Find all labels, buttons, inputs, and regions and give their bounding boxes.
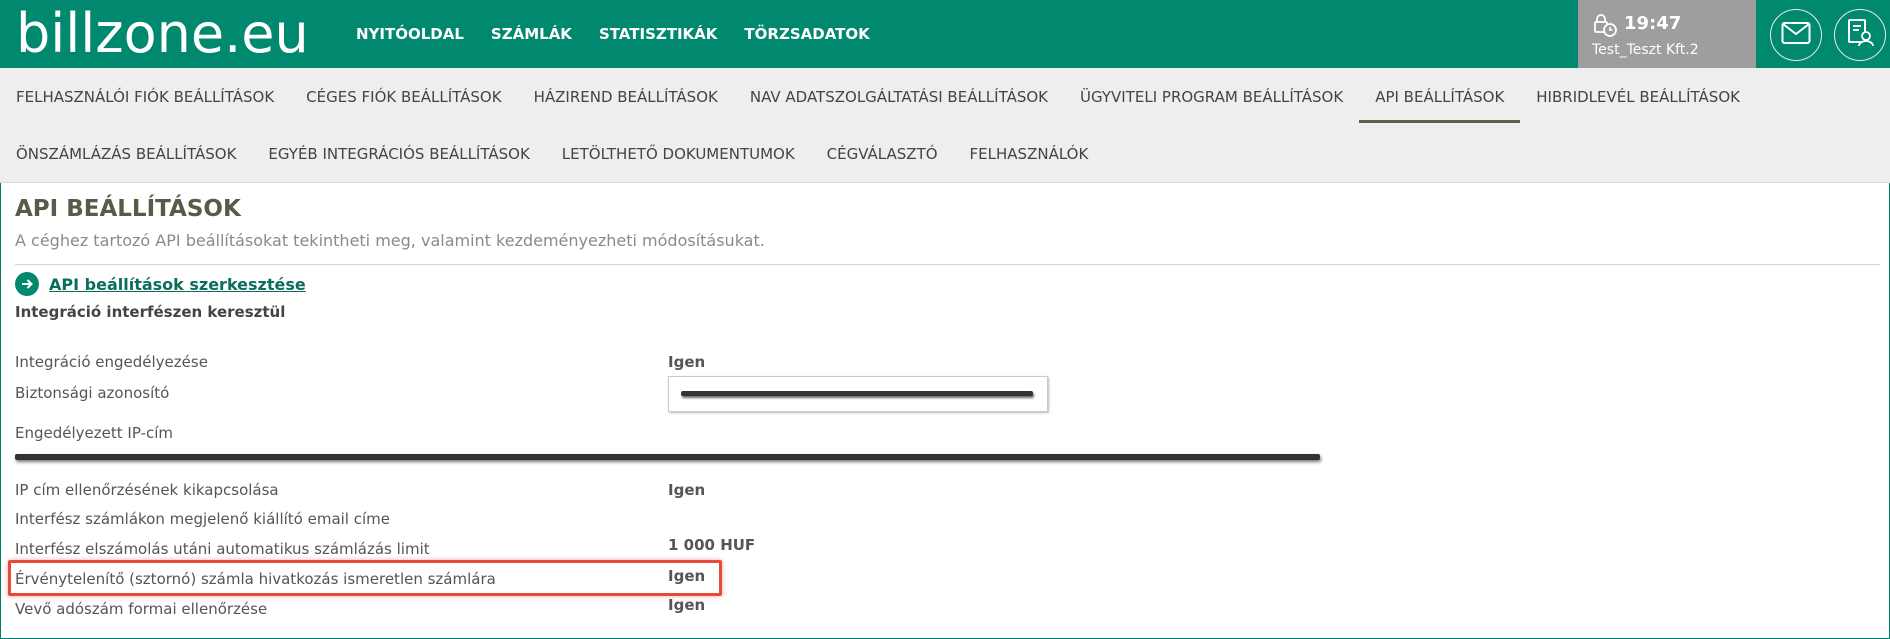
subnav-row-1: FELHASZNÁLÓI FIÓK BEÁLLÍTÁSOK CÉGES FIÓK…	[0, 68, 1756, 125]
tab-company-selector[interactable]: CÉGVÁLASZTÓ	[811, 125, 954, 182]
session-time: 19:47	[1624, 13, 1682, 34]
clock-lock-icon	[1592, 12, 1617, 37]
session-box[interactable]: 19:47 Test_Teszt Kft.2	[1578, 0, 1756, 68]
section-title: Integráció interfészen keresztül	[15, 303, 286, 321]
mail-button[interactable]	[1770, 9, 1822, 61]
edit-api-settings-link-wrap[interactable]: API beállítások szerkesztése	[15, 272, 306, 296]
setting-label: IP cím ellenőrzésének kikapcsolása	[15, 481, 279, 499]
nav-home[interactable]: NYITÓOLDAL	[356, 25, 464, 43]
redaction-bar	[681, 391, 1033, 396]
logo[interactable]: billzone.eu	[16, 4, 309, 64]
nav-invoices[interactable]: SZÁMLÁK	[491, 25, 572, 43]
divider	[15, 264, 1880, 265]
setting-label: Interfész számlákon megjelenő kiállító e…	[15, 510, 390, 528]
document-user-button[interactable]	[1834, 9, 1886, 61]
setting-label: Integráció engedélyezése	[15, 353, 208, 371]
tab-accounting-program-settings[interactable]: ÜGYVITELI PROGRAM BEÁLLÍTÁSOK	[1064, 68, 1359, 125]
tab-company-account-settings[interactable]: CÉGES FIÓK BEÁLLÍTÁSOK	[290, 68, 517, 125]
allowed-ip-redacted	[15, 454, 1320, 460]
top-bar: billzone.eu NYITÓOLDAL SZÁMLÁK STATISZTI…	[0, 0, 1890, 68]
main-nav: NYITÓOLDAL SZÁMLÁK STATISZTIKÁK TÖRZSADA…	[356, 0, 897, 68]
tab-other-integration-settings[interactable]: EGYÉB INTEGRÁCIÓS BEÁLLÍTÁSOK	[252, 125, 545, 182]
tab-users[interactable]: FELHASZNÁLÓK	[954, 125, 1105, 182]
setting-value: Igen	[668, 353, 706, 371]
tab-hybrid-letter-settings[interactable]: HIBRIDLEVÉL BEÁLLÍTÁSOK	[1520, 68, 1756, 125]
tab-policy-settings[interactable]: HÁZIREND BEÁLLÍTÁSOK	[518, 68, 734, 125]
edit-api-settings-link[interactable]: API beállítások szerkesztése	[49, 275, 306, 294]
setting-label: Biztonsági azonosító	[15, 384, 170, 402]
page-description: A céghez tartozó API beállításokat tekin…	[15, 231, 765, 250]
nav-master-data[interactable]: TÖRZSADATOK	[744, 25, 869, 43]
tab-downloadable-documents[interactable]: LETÖLTHETŐ DOKUMENTUMOK	[546, 125, 811, 182]
subnav-row-2: ÖNSZÁMLÁZÁS BEÁLLÍTÁSOK EGYÉB INTEGRÁCIÓ…	[0, 125, 1104, 182]
tab-nav-data-settings[interactable]: NAV ADATSZOLGÁLTATÁSI BEÁLLÍTÁSOK	[734, 68, 1064, 125]
setting-label: Engedélyezett IP-cím	[15, 424, 173, 442]
tab-api-settings[interactable]: API BEÁLLÍTÁSOK	[1359, 68, 1521, 125]
tab-self-billing-settings[interactable]: ÖNSZÁMLÁZÁS BEÁLLÍTÁSOK	[0, 125, 252, 182]
tab-user-account-settings[interactable]: FELHASZNÁLÓI FIÓK BEÁLLÍTÁSOK	[0, 68, 290, 125]
arrow-right-icon	[15, 272, 39, 296]
nav-statistics[interactable]: STATISZTIKÁK	[599, 25, 717, 43]
settings-subnav: FELHASZNÁLÓI FIÓK BEÁLLÍTÁSOK CÉGES FIÓK…	[0, 68, 1890, 183]
setting-label: Interfész elszámolás utáni automatikus s…	[15, 540, 430, 558]
setting-value: Igen	[668, 481, 706, 499]
mail-icon	[1781, 21, 1811, 49]
setting-value: Igen	[668, 596, 706, 614]
highlight-box	[8, 560, 722, 596]
page-title: API BEÁLLÍTÁSOK	[15, 196, 241, 222]
company-name: Test_Teszt Kft.2	[1592, 42, 1699, 58]
security-id-field-redacted[interactable]	[668, 376, 1048, 412]
setting-label: Vevő adószám formai ellenőrzése	[15, 600, 268, 618]
document-user-icon	[1846, 18, 1874, 52]
setting-value: 1 000 HUF	[668, 536, 756, 554]
